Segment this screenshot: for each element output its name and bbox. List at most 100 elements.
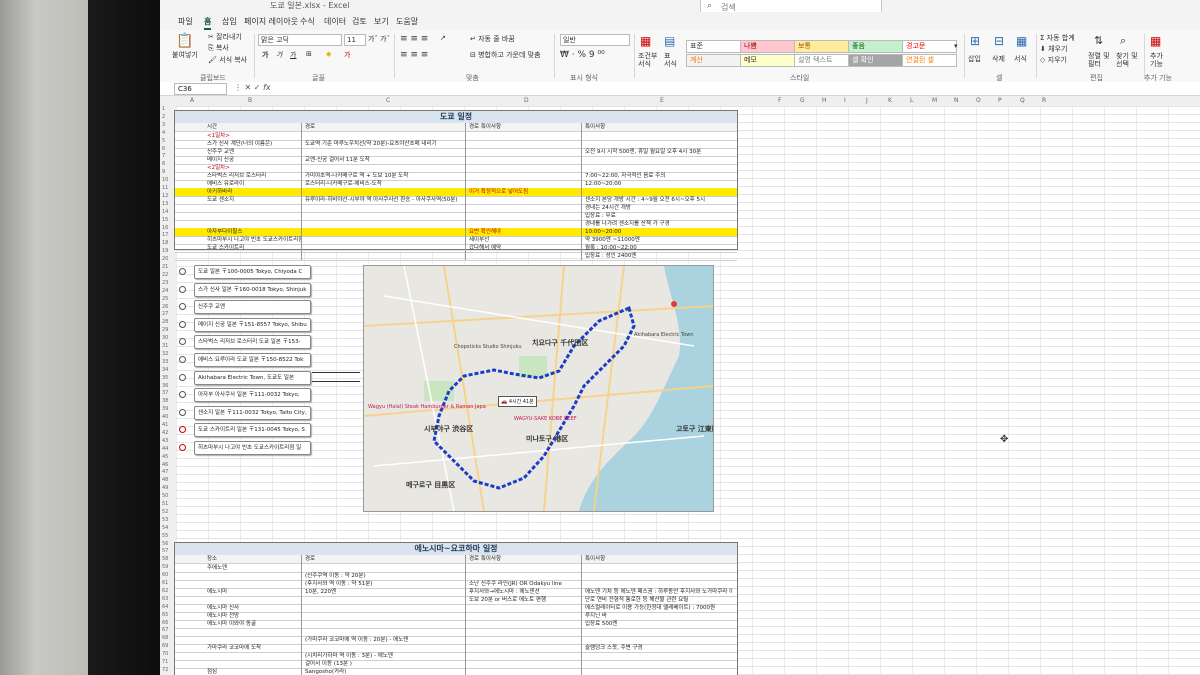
address-button[interactable]: Akihabara Electric Town, 도쿄도 일본	[194, 370, 311, 385]
tab-formulas[interactable]: 수식	[300, 16, 315, 27]
row-number[interactable]: 6	[162, 146, 165, 152]
table-cell[interactable]	[469, 212, 581, 220]
paste-button[interactable]: 붙여넣기	[172, 50, 198, 60]
style-good[interactable]: 좋음	[848, 40, 903, 53]
table-cell[interactable]: 스가 신사 계단(너의 이름은)	[207, 140, 301, 148]
table-cell[interactable]: 메이지 신궁	[207, 156, 301, 164]
col-header[interactable]: M	[932, 97, 937, 104]
table-cell[interactable]: (가마쿠라 코코마에 역 이동 : 20분) - 에노덴	[305, 636, 465, 644]
table-cell[interactable]: 에노덴 기차 등 에노덴 패스권 : 하루동안 후지사와 노가마쿠라 이용가능 …	[585, 588, 733, 596]
row-number[interactable]: 47	[162, 469, 168, 475]
cut-button[interactable]: ✂ 잘라내기	[208, 32, 242, 42]
table-cell[interactable]: 입장료 : 무료	[585, 212, 733, 220]
table-cell[interactable]: 세이부선	[469, 236, 581, 244]
address-button[interactable]: 스타벅스 리저브 로스터리 도쿄 일본 〒153-	[194, 335, 311, 350]
radio-dot-icon[interactable]	[179, 408, 186, 416]
table-cell[interactable]	[585, 140, 733, 148]
row-number[interactable]: 70	[162, 651, 168, 657]
row-number[interactable]: 54	[162, 525, 168, 531]
row-number[interactable]: 59	[162, 564, 168, 570]
row-number[interactable]: 55	[162, 533, 168, 539]
row-number[interactable]: 53	[162, 517, 168, 523]
address-button[interactable]: 신주쿠 교엔	[194, 300, 311, 315]
table-cell[interactable]	[305, 188, 465, 196]
table-cell[interactable]	[469, 636, 581, 644]
address-button[interactable]: 도쿄 일본 〒100-0005 Tokyo, Chiyoda C	[194, 265, 311, 279]
table-cell[interactable]	[585, 580, 733, 588]
tab-home[interactable]: 홈	[204, 16, 212, 30]
table-cell[interactable]	[585, 636, 733, 644]
tab-insert[interactable]: 삽입	[222, 16, 237, 27]
table-cell[interactable]: 가미야초역-나카메구로 역 + 도보 10분 도착	[305, 172, 465, 180]
table-cell[interactable]	[585, 156, 733, 164]
table-cell[interactable]	[469, 628, 581, 636]
row-number[interactable]: 58	[162, 556, 168, 562]
col-header[interactable]: A	[190, 97, 194, 104]
table-cell[interactable]: 7:00~22:00, 자극적인 음료 주의	[585, 172, 733, 180]
table-cell[interactable]	[469, 644, 581, 652]
style-check-cell[interactable]: 셀 확인	[848, 54, 903, 67]
sort-filter-icon[interactable]: ⇅	[1094, 34, 1103, 47]
table-cell[interactable]	[305, 604, 465, 612]
col-header[interactable]: O	[976, 97, 981, 104]
table-cell[interactable]: 경내를 나가려 센소지를 산책 가 구경	[585, 220, 733, 228]
table-cell[interactable]	[585, 164, 733, 172]
row-number[interactable]: 22	[162, 272, 168, 278]
table-cell[interactable]	[469, 132, 581, 140]
row-number[interactable]: 50	[162, 493, 168, 499]
table-cell[interactable]: <1일차>	[207, 132, 301, 140]
table-cell[interactable]	[469, 196, 581, 204]
row-number[interactable]: 51	[162, 501, 168, 507]
row-number[interactable]: 52	[162, 509, 168, 515]
table-cell[interactable]	[305, 204, 465, 212]
row-number[interactable]: 37	[162, 390, 168, 396]
style-explanatory[interactable]: 설명 텍스트	[794, 54, 849, 67]
col-header[interactable]: R	[1042, 97, 1046, 104]
table-cell[interactable]: 입장료 : 성인 2400엔	[585, 252, 733, 260]
row-number[interactable]: 60	[162, 572, 168, 578]
delete-cells-icon[interactable]: ⊟	[994, 34, 1004, 48]
address-button[interactable]: 도쿄 스카이트리 일본 〒131-0045 Tokyo, S	[194, 423, 311, 438]
row-number[interactable]: 45	[162, 454, 168, 460]
row-number[interactable]: 32	[162, 351, 168, 357]
address-button[interactable]: 에비스 요루이라 도쿄 일본 〒150-8522 Tok	[194, 353, 311, 367]
table-cell[interactable]	[305, 564, 465, 572]
table-cell[interactable]: 10:00~20:00	[585, 228, 733, 236]
font-name-combo[interactable]: 맑은 고딕	[258, 34, 342, 46]
table-cell[interactable]: 오전 9시 시작 500엔, 휴일 월요일 오후 4시 30분	[585, 148, 733, 156]
table-cell[interactable]: 도쿄 센소지	[207, 196, 301, 204]
col-header[interactable]: B	[248, 97, 252, 104]
currency-percent-icons[interactable]: ₩ · % 9 ⁰⁰	[560, 50, 605, 60]
row-number[interactable]: 72	[162, 667, 168, 673]
col-header[interactable]: N	[954, 97, 959, 104]
orientation-icon[interactable]: ↗	[440, 34, 446, 42]
style-linked-cell[interactable]: 연결된 셀	[902, 54, 957, 67]
table-cell[interactable]	[207, 580, 301, 588]
table-cell[interactable]: 아자부다이힐스	[207, 228, 301, 236]
row-number[interactable]: 20	[162, 256, 168, 262]
table-cell[interactable]: 로스터리-나카메구로-에비스-도착	[305, 180, 465, 188]
row-number[interactable]: 65	[162, 612, 168, 618]
table-cell[interactable]	[469, 564, 581, 572]
row-number[interactable]: 19	[162, 248, 168, 254]
row-number[interactable]: 43	[162, 438, 168, 444]
fill-color-icon[interactable]: ◆	[326, 50, 331, 58]
table-cell[interactable]	[469, 572, 581, 580]
row-number[interactable]: 39	[162, 406, 168, 412]
radio-dot-icon[interactable]	[179, 356, 186, 363]
radio-dot-icon[interactable]	[179, 285, 186, 293]
table-cell[interactable]	[469, 668, 581, 675]
row-number[interactable]: 27	[162, 311, 168, 317]
address-button[interactable]: 메이지 신궁 일본 〒151-8557 Tokyo, Shibu	[194, 317, 311, 332]
find-select-button[interactable]: 찾기 및 선택	[1116, 52, 1142, 68]
insert-cells-button[interactable]: 삽입	[968, 54, 981, 64]
sort-filter-button[interactable]: 정렬 및 필터	[1088, 52, 1114, 68]
table-cell[interactable]: 스타벅스 리저브 로스터리	[207, 172, 301, 180]
row-number[interactable]: 18	[162, 240, 168, 246]
row-number[interactable]: 10	[162, 177, 168, 183]
col-header[interactable]: K	[888, 97, 892, 104]
delete-cells-button[interactable]: 삭제	[992, 54, 1005, 64]
fill-button[interactable]: ⬇ 채우기	[1040, 44, 1067, 54]
table-cell[interactable]: 도보 20분 or 버스로 에노토 편행	[469, 596, 581, 604]
table-cell[interactable]	[469, 220, 581, 228]
